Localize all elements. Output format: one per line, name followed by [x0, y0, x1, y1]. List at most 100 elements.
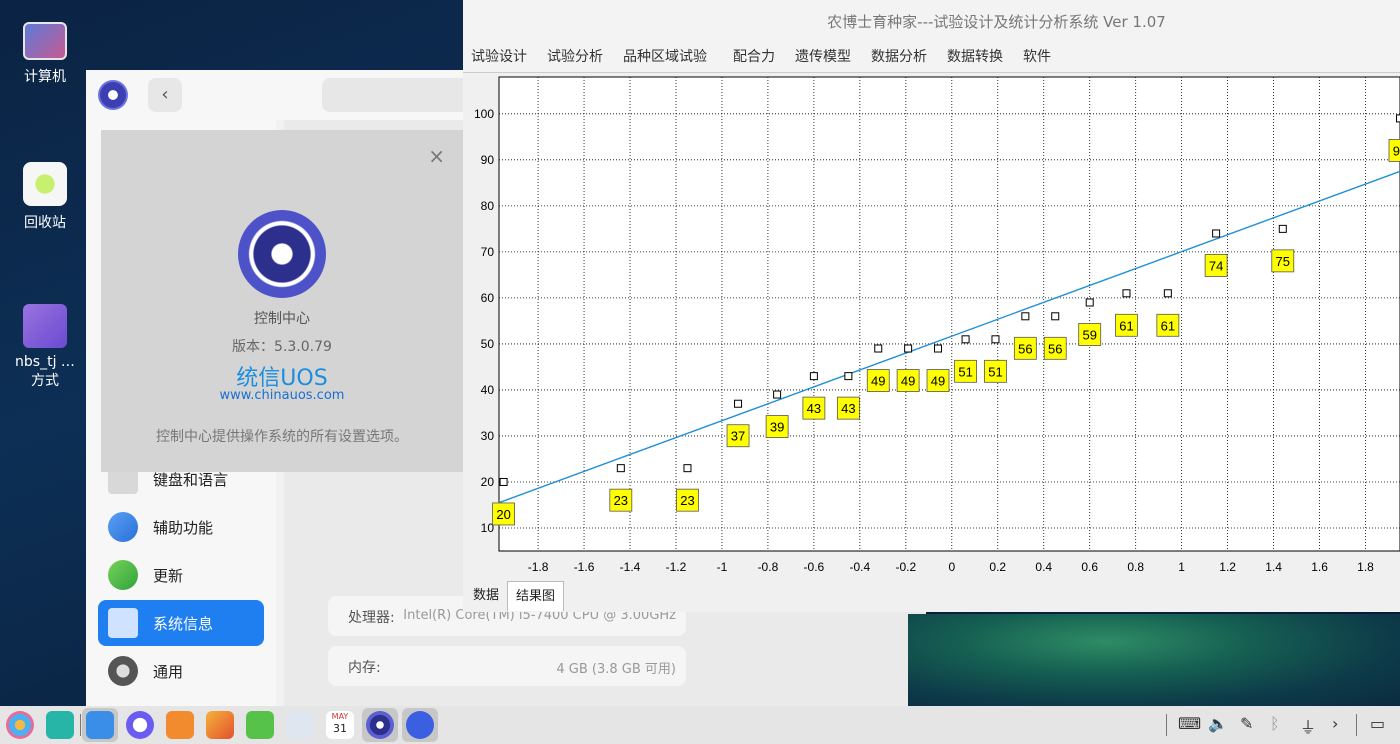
- back-button[interactable]: ‹: [148, 78, 182, 112]
- control-center-icon[interactable]: [366, 711, 394, 739]
- image-viewer-icon[interactable]: [206, 711, 234, 739]
- scatter-chart: -1.8 -1.6 -1.4 -1.2 -1 -0.8 -0.6 -0.4 -0.2 0 0.2 0.…: [474, 76, 1400, 574]
- desktop-icon-nbs-shortcut[interactable]: nbs_tj …方式: [5, 304, 85, 390]
- menu-item-combining-ability[interactable]: 配合力: [733, 46, 775, 66]
- data-label: 56: [1043, 336, 1067, 360]
- data-point: [961, 335, 970, 344]
- multitask-icon[interactable]: [46, 711, 74, 739]
- data-label-text: 61: [1119, 318, 1133, 333]
- y-tick-label: 40: [481, 383, 495, 397]
- pen-icon[interactable]: ✎: [1240, 714, 1253, 733]
- music-icon[interactable]: [246, 711, 274, 739]
- y-tick-label: 30: [481, 429, 495, 443]
- info-row-memory: 内存: 4 GB (3.8 GB 可用): [328, 646, 686, 686]
- data-point: [934, 344, 943, 353]
- contacts-icon[interactable]: [286, 711, 314, 739]
- sidebar-item-system-info[interactable]: 系统信息: [98, 600, 264, 646]
- desktop-icon-label: 计算机: [24, 69, 66, 85]
- data-label: 99: [1388, 139, 1400, 162]
- x-tick-label: -0.4: [850, 560, 871, 574]
- data-point: [1278, 224, 1287, 233]
- data-point: [1396, 114, 1400, 123]
- data-point: [904, 344, 913, 353]
- menu-item-genetic-model[interactable]: 遗传模型: [795, 46, 851, 66]
- bluetooth-icon[interactable]: ᛒ: [1270, 714, 1280, 733]
- data-label: 43: [836, 396, 860, 420]
- mail-icon[interactable]: [406, 711, 434, 739]
- x-tick-label: 0.6: [1081, 560, 1098, 574]
- y-tick-label: 20: [481, 475, 495, 489]
- y-tick-label: 80: [481, 199, 495, 213]
- menu-item-design[interactable]: 试验设计: [471, 46, 527, 66]
- expand-icon[interactable]: ›: [1332, 714, 1338, 733]
- data-label-text: 51: [958, 364, 972, 379]
- x-tick-label: -1: [717, 560, 728, 574]
- data-label: 39: [765, 415, 789, 438]
- data-label: 20: [492, 502, 515, 526]
- about-url-link[interactable]: www.chinauos.com: [101, 388, 463, 403]
- data-label: 49: [926, 369, 950, 392]
- x-tick-label: 1.6: [1311, 560, 1328, 574]
- browser-icon[interactable]: [126, 711, 154, 739]
- trash-icon: [23, 162, 67, 206]
- data-label: 43: [802, 396, 826, 420]
- sidebar-item-accessibility[interactable]: 辅助功能: [98, 504, 264, 550]
- wallpaper-aurora: [908, 614, 1400, 706]
- menu-item-data-convert[interactable]: 数据转换: [947, 46, 1003, 66]
- taskbar-divider: [1166, 714, 1167, 736]
- y-tick-label: 60: [481, 291, 495, 305]
- data-label-text: 75: [1276, 254, 1290, 269]
- chart-area: -1.8 -1.6 -1.4 -1.2 -1 -0.8 -0.6 -0.4 -0.2 0 0.2 0.…: [463, 72, 1400, 581]
- sidebar-item-label: 辅助功能: [153, 519, 214, 537]
- menu-item-analysis[interactable]: 试验分析: [547, 46, 603, 66]
- tab-result-chart[interactable]: 结果图: [507, 581, 565, 611]
- info-value: 4 GB (3.8 GB 可用): [556, 662, 676, 677]
- launcher-icon[interactable]: [6, 711, 34, 739]
- data-point: [616, 464, 625, 473]
- control-center-logo-icon: [98, 80, 128, 110]
- x-tick-label: 1.4: [1265, 560, 1282, 574]
- data-label-text: 74: [1209, 258, 1223, 273]
- file-manager-icon[interactable]: [86, 711, 114, 739]
- x-tick-label: 0.8: [1127, 560, 1144, 574]
- x-tick-label: -0.2: [895, 560, 916, 574]
- desktop-icon-computer[interactable]: 计算机: [5, 22, 85, 86]
- data-label-text: 39: [770, 420, 784, 435]
- data-label-text: 56: [1018, 341, 1032, 356]
- app-store-icon[interactable]: [166, 711, 194, 739]
- close-icon[interactable]: ×: [428, 144, 445, 168]
- sidebar-item-label: 系统信息: [153, 615, 214, 633]
- sidebar-item-label: 通用: [153, 663, 184, 681]
- sidebar-item-general[interactable]: 通用: [98, 648, 264, 694]
- info-key: 内存:: [348, 660, 381, 676]
- data-point: [874, 344, 883, 353]
- calendar-icon[interactable]: MAY 31: [326, 711, 354, 739]
- update-icon: [108, 560, 138, 590]
- taskbar: MAY 31 ⌨ 🔈 ✎ ᛒ ⏚ › ▭: [0, 706, 1400, 744]
- sidebar-item-update[interactable]: 更新: [98, 552, 264, 598]
- desktop-icon-trash[interactable]: 回收站: [5, 162, 85, 232]
- about-description: 控制中心提供操作系统的所有设置选项。: [156, 429, 408, 445]
- app-shortcut-icon: [23, 304, 67, 348]
- menu-item-regional-trial[interactable]: 品种区域试验: [623, 46, 707, 66]
- data-point: [1212, 229, 1221, 238]
- menu-item-data-analysis[interactable]: 数据分析: [871, 46, 927, 66]
- data-label: 61: [1115, 313, 1138, 337]
- keyboard-icon[interactable]: ⌨: [1178, 714, 1201, 733]
- notification-icon[interactable]: ▭: [1370, 714, 1385, 733]
- tab-data[interactable]: 数据: [465, 581, 507, 610]
- x-tick-label: -1.8: [528, 560, 549, 574]
- y-tick-label: 70: [481, 245, 495, 259]
- menu-item-software[interactable]: 软件: [1023, 46, 1051, 66]
- computer-icon: [23, 22, 67, 60]
- data-point: [1085, 298, 1094, 307]
- usb-icon[interactable]: ⏚: [1300, 714, 1316, 738]
- about-version: 版本：5.3.0.79: [232, 339, 332, 355]
- volume-icon[interactable]: 🔈: [1208, 714, 1228, 733]
- info-key: 处理器:: [348, 610, 395, 626]
- system-info-icon: [108, 608, 138, 638]
- x-tick-label: 1: [1178, 560, 1185, 574]
- data-label: 37: [726, 424, 750, 448]
- data-label-text: 49: [901, 374, 915, 389]
- data-label: 23: [676, 488, 699, 512]
